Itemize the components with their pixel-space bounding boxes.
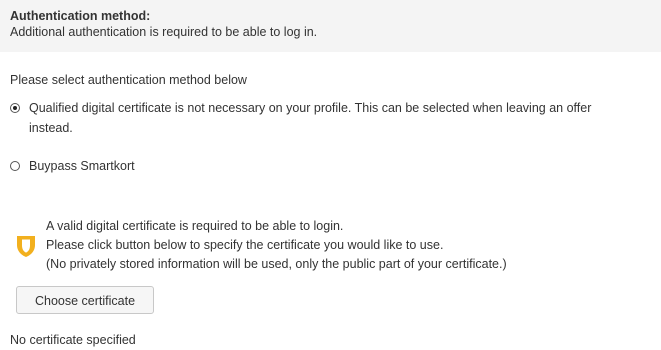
certificate-info-line-3: (No privately stored information will be… [46, 257, 507, 271]
certificate-info-line-1: A valid digital certificate is required … [46, 219, 344, 233]
instructions-text: Please select authentication method belo… [10, 73, 247, 87]
page-title: Authentication method: [10, 9, 151, 23]
radio-qualified-certificate-label-line2[interactable]: instead. [29, 121, 73, 136]
choose-certificate-button[interactable]: Choose certificate [16, 286, 154, 314]
shield-icon [17, 236, 35, 257]
radio-qualified-certificate[interactable] [10, 103, 20, 113]
certificate-status: No certificate specified [10, 333, 136, 347]
radio-buypass-smartkort-label[interactable]: Buypass Smartkort [29, 159, 135, 174]
page-subtitle: Additional authentication is required to… [10, 25, 318, 39]
certificate-info-line-2: Please click button below to specify the… [46, 238, 444, 252]
radio-buypass-smartkort[interactable] [10, 161, 20, 171]
radio-qualified-certificate-label-line1[interactable]: Qualified digital certificate is not nec… [29, 101, 591, 116]
